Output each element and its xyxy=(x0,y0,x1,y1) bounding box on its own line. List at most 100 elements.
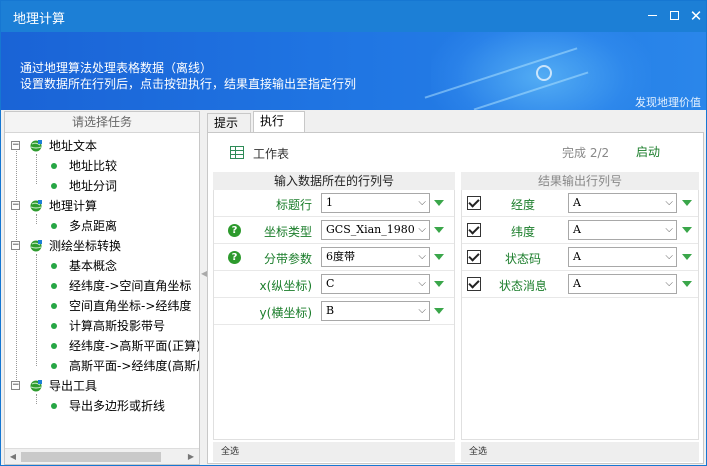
longitude-checkbox[interactable] xyxy=(467,196,481,210)
status-code-checkbox[interactable] xyxy=(467,250,481,264)
input-row-y-coord: y(横坐标) B ⌵ xyxy=(214,298,454,325)
scrollbar-thumb[interactable] xyxy=(21,452,161,462)
close-button[interactable]: ✕ xyxy=(685,6,707,26)
latitude-select[interactable]: A ⌵ xyxy=(568,220,677,240)
status-message-checkbox[interactable] xyxy=(467,277,481,291)
chevron-down-icon: ⌵ xyxy=(418,305,426,316)
tree-item-label: 导出多边形或折线 xyxy=(69,399,166,413)
maximize-icon xyxy=(669,11,679,20)
latitude-checkbox[interactable] xyxy=(467,223,481,237)
column-picker-icon[interactable] xyxy=(682,281,692,287)
banner-slogan: 发现地理价值 xyxy=(635,96,701,109)
window-title: 地理计算 xyxy=(13,12,66,27)
output-row-latitude: 纬度 A ⌵ xyxy=(462,217,698,244)
select-value: A xyxy=(573,277,581,290)
tree-item-label: 地址分词 xyxy=(69,179,118,193)
column-picker-icon[interactable] xyxy=(434,227,444,233)
select-value: GCS_Xian_1980 xyxy=(326,223,415,236)
column-picker-icon[interactable] xyxy=(434,281,444,287)
field-label: y(横坐标) xyxy=(259,306,312,320)
output-fields: 经度 A ⌵ 纬度 A ⌵ 状态码 A ⌵ 状态消息 A ⌵ xyxy=(461,190,699,440)
bullet-icon xyxy=(51,183,57,189)
tree-item-label: 多点距离 xyxy=(69,219,118,233)
column-picker-icon[interactable] xyxy=(434,200,444,206)
tree-item-label: 高斯平面->经纬度(高斯反算) xyxy=(69,359,199,373)
column-picker-icon[interactable] xyxy=(434,308,444,314)
worksheet-icon xyxy=(230,146,244,159)
bullet-icon xyxy=(51,303,57,309)
input-row-zone-param: ? 分带参数 6度带 ⌵ xyxy=(214,244,454,271)
bullet-icon xyxy=(51,403,57,409)
column-picker-icon[interactable] xyxy=(682,227,692,233)
select-value: A xyxy=(573,250,581,263)
status-message-select[interactable]: A ⌵ xyxy=(568,274,677,294)
chevron-down-icon: ⌵ xyxy=(665,278,673,289)
tree-group-label: 测绘坐标转换 xyxy=(49,239,122,253)
column-picker-icon[interactable] xyxy=(682,254,692,260)
column-picker-icon[interactable] xyxy=(434,254,444,260)
execute-panel: 工作表 完成 2/2 启动 输入数据所在的行列号 结果输出行列号 标题行 1 ⌵ … xyxy=(207,132,704,464)
field-label: 经度 xyxy=(510,198,535,212)
status-code-select[interactable]: A ⌵ xyxy=(568,247,677,267)
bullet-icon xyxy=(51,363,57,369)
field-label: 标题行 xyxy=(275,198,312,212)
input-row-title-row: 标题行 1 ⌵ xyxy=(214,190,454,217)
select-value: 1 xyxy=(326,196,333,209)
bullet-icon xyxy=(51,283,57,289)
start-button[interactable]: 启动 xyxy=(636,143,660,160)
tab-execute[interactable]: 执行 xyxy=(253,111,305,133)
field-label: 纬度 xyxy=(510,225,535,239)
field-label: 状态码 xyxy=(504,252,541,266)
input-section-header: 输入数据所在的行列号 xyxy=(213,172,455,190)
tab-hints[interactable]: 提示 xyxy=(207,113,251,133)
help-icon[interactable]: ? xyxy=(228,251,241,264)
bullet-icon xyxy=(51,323,57,329)
scroll-right-icon[interactable]: ▶ xyxy=(183,449,199,465)
tree-connector xyxy=(36,254,37,366)
horizontal-scrollbar[interactable]: ◀ ▶ xyxy=(5,448,199,464)
output-row-longitude: 经度 A ⌵ xyxy=(462,190,698,217)
title-row-select[interactable]: 1 ⌵ xyxy=(321,193,430,213)
x-coord-select[interactable]: C ⌵ xyxy=(321,274,430,294)
coord-type-select[interactable]: GCS_Xian_1980 ⌵ xyxy=(321,220,430,240)
banner: 通过地理算法处理表格数据（离线） 设置数据所在行列后，点击按钮执行，结果直接输出… xyxy=(1,32,706,110)
chevron-down-icon: ⌵ xyxy=(418,197,426,208)
tree-group-label: 导出工具 xyxy=(49,379,98,393)
banner-decoration xyxy=(536,65,552,81)
column-picker-icon[interactable] xyxy=(682,200,692,206)
scroll-left-icon[interactable]: ◀ xyxy=(5,449,21,465)
tree-connector xyxy=(36,154,37,184)
title-bar: 地理计算 ✕ xyxy=(1,1,706,32)
output-section-header: 结果输出行列号 xyxy=(461,172,699,190)
help-icon[interactable]: ? xyxy=(228,224,241,237)
collapse-icon[interactable]: − xyxy=(11,381,20,390)
task-tree: − 地址文本 地址比较 地址分词 − 地理计算 多点距离 − 测绘坐标转换 基本… xyxy=(5,136,199,446)
select-value: A xyxy=(573,196,581,209)
tree-connector xyxy=(16,146,17,386)
longitude-select[interactable]: A ⌵ xyxy=(568,193,677,213)
bullet-icon xyxy=(51,163,57,169)
chevron-down-icon: ⌵ xyxy=(665,224,673,235)
progress-status: 完成 2/2 xyxy=(562,146,610,160)
y-coord-select[interactable]: B ⌵ xyxy=(321,301,430,321)
collapse-icon[interactable]: − xyxy=(11,141,20,150)
output-select-all[interactable]: 全选 xyxy=(461,442,699,462)
tree-item-label: 计算高斯投影带号 xyxy=(69,319,166,333)
tree-group-label: 地理计算 xyxy=(49,199,98,213)
collapse-icon[interactable]: − xyxy=(11,201,20,210)
tree-item-label: 地址比较 xyxy=(69,159,118,173)
maximize-button[interactable] xyxy=(663,6,685,26)
worksheet-label: 工作表 xyxy=(253,147,290,161)
tree-item-label: 基本概念 xyxy=(69,259,118,273)
task-panel: 请选择任务 − 地址文本 地址比较 地址分词 − 地理计算 多点距离 − 测绘坐… xyxy=(4,111,200,465)
minimize-button[interactable] xyxy=(641,6,663,26)
chevron-down-icon: ⌵ xyxy=(665,197,673,208)
input-select-all[interactable]: 全选 xyxy=(213,442,455,462)
globe-icon xyxy=(30,240,42,252)
field-label: 状态消息 xyxy=(498,279,547,293)
collapse-icon[interactable]: − xyxy=(11,241,20,250)
app-window: 地理计算 ✕ 通过地理算法处理表格数据（离线） 设置数据所在行列后，点击按钮执行… xyxy=(0,0,707,466)
zone-param-select[interactable]: 6度带 ⌵ xyxy=(321,247,430,267)
task-panel-header: 请选择任务 xyxy=(5,112,199,133)
field-label: 分带参数 xyxy=(263,252,312,266)
